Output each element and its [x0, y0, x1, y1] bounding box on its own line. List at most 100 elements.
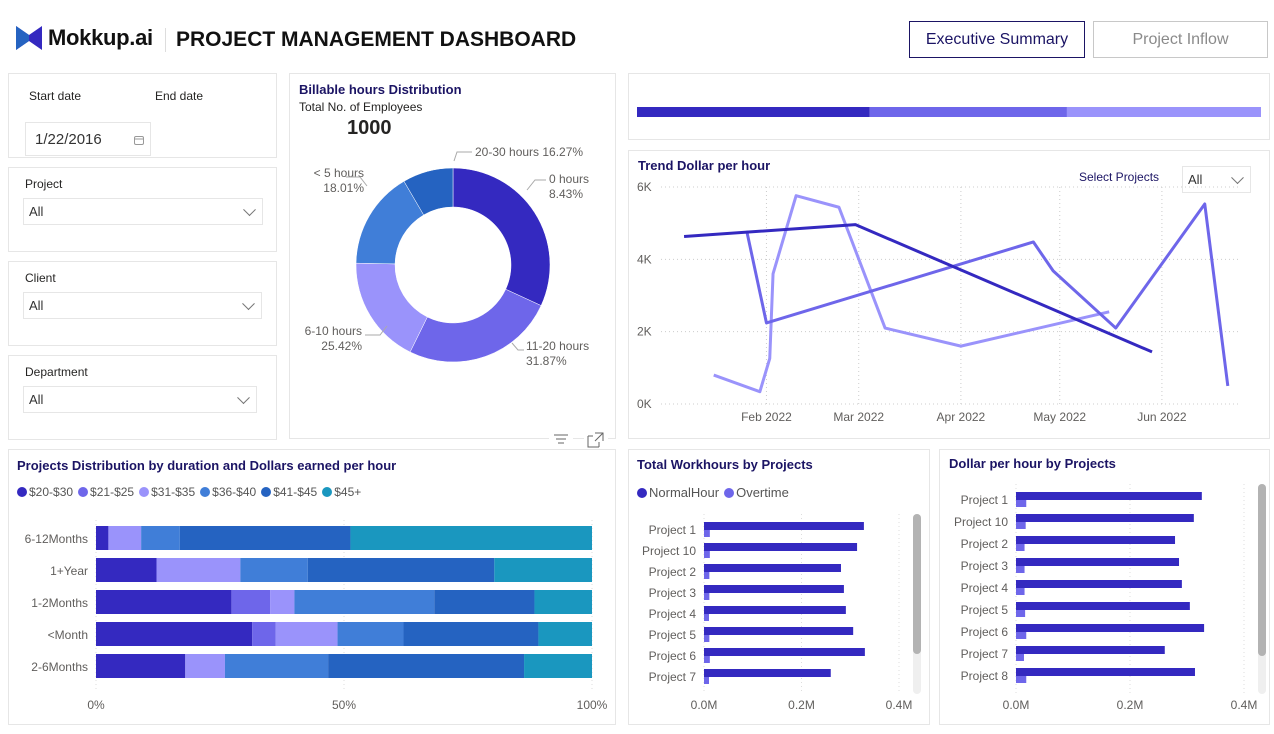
x-tick-label: 0.0M — [1003, 698, 1030, 712]
category-label: Project 7 — [961, 647, 1009, 661]
trend-line-series-2 — [745, 202, 1230, 387]
dollar-scrollbar-track[interactable] — [1258, 484, 1266, 694]
client-dropdown[interactable]: All — [23, 292, 262, 319]
overtime-bar — [704, 551, 710, 558]
normal-bar — [1016, 514, 1194, 522]
workhours-card: Total Workhours by Projects NormalHour Ov… — [628, 449, 930, 725]
date-range-slicer: Start date End date 1/22/2016 — [8, 73, 277, 158]
focus-mode-icon[interactable] — [584, 430, 608, 450]
overtime-bar — [704, 593, 710, 600]
category-label: 1-2Months — [31, 596, 88, 610]
bar-segment — [185, 654, 225, 678]
progress-card — [628, 73, 1270, 140]
leader-line — [511, 342, 524, 351]
slice-pct-label: 31.87% — [526, 354, 567, 368]
bar-segment — [141, 526, 180, 550]
overtime-bar — [1016, 566, 1025, 573]
client-label: Client — [25, 271, 56, 285]
workhours-bar-chart: 0.0M 0.2M 0.4M Project 1 Project 10 Project 2… — [642, 514, 913, 712]
trend-card: Trend Dollar per hour Select Projects Al… — [628, 150, 1270, 439]
category-label: Project 7 — [649, 670, 697, 684]
slice-label: 0 hours — [549, 172, 589, 186]
bar-segment — [494, 558, 592, 582]
normal-bar — [704, 564, 841, 572]
normal-bar — [1016, 602, 1190, 610]
normal-bar — [1016, 646, 1165, 654]
page-title: PROJECT MANAGEMENT DASHBOARD — [176, 28, 577, 51]
slice-pct-label: 8.43% — [549, 187, 583, 201]
normal-bar — [704, 627, 854, 635]
normal-bar — [1016, 492, 1202, 500]
dollar-per-hour-bar-chart: 0.0M 0.2M 0.4M Project 1 Project 10 Project 2… — [954, 484, 1258, 712]
category-label: Project 3 — [961, 559, 1009, 573]
category-label: Project 6 — [649, 649, 697, 663]
normal-bar — [1016, 558, 1180, 566]
bar-segment — [156, 558, 241, 582]
y-tick-label: 2K — [637, 325, 652, 339]
project-slicer: Project All — [8, 167, 277, 252]
normal-bar — [1016, 536, 1176, 544]
workhours-scrollbar-thumb[interactable] — [913, 514, 921, 654]
normal-bar — [704, 669, 831, 677]
filter-icon[interactable] — [549, 430, 573, 450]
department-dropdown[interactable]: All — [23, 386, 257, 413]
x-tick-label: 0.4M — [886, 698, 913, 712]
billable-hours-card: Billable hours Distribution Total No. of… — [289, 73, 616, 439]
start-date-input[interactable]: 1/22/2016 — [25, 122, 151, 156]
executive-summary-button[interactable]: Executive Summary — [909, 21, 1085, 58]
bar-segment — [307, 558, 495, 582]
normal-bar — [704, 522, 864, 530]
overtime-bar — [1016, 588, 1025, 595]
overtime-bar — [1016, 676, 1027, 683]
overtime-bar — [704, 635, 710, 642]
dollar-scrollbar-thumb[interactable] — [1258, 484, 1266, 656]
overtime-bar — [704, 572, 710, 579]
project-inflow-button[interactable]: Project Inflow — [1093, 21, 1268, 58]
category-label: Project 4 — [961, 581, 1009, 595]
bar-segment — [534, 590, 592, 614]
overtime-bar — [704, 677, 709, 684]
x-tick-label: 0.2M — [1117, 698, 1144, 712]
start-date-label: Start date — [29, 89, 82, 103]
slice-label: 11-20 hours — [526, 339, 589, 353]
x-tick-label: 100% — [577, 698, 608, 712]
x-tick-label: 0.4M — [1231, 698, 1258, 712]
slice-pct-label: 25.42% — [321, 339, 362, 353]
workhours-scrollbar-track[interactable] — [913, 514, 921, 694]
category-label: Project 5 — [961, 603, 1009, 617]
calendar-icon[interactable] — [134, 135, 144, 145]
progress-segment — [1066, 107, 1261, 117]
bar-segment — [252, 622, 276, 646]
client-slicer: Client All — [8, 261, 277, 346]
brand-name: Mokkup.ai — [48, 25, 153, 50]
category-label: Project 6 — [961, 625, 1009, 639]
normal-bar — [1016, 668, 1195, 676]
overtime-bar — [1016, 544, 1025, 551]
project-dropdown[interactable]: All — [23, 198, 263, 225]
start-date-value: 1/22/2016 — [35, 130, 102, 148]
brand-logo: Mokkup.ai — [16, 25, 153, 51]
donut-slice — [355, 262, 428, 353]
projects-distribution-card: Projects Distribution by duration and Do… — [8, 449, 616, 725]
dollar-per-hour-card: Dollar per hour by Projects 0.0M 0.2M 0.4M… — [939, 449, 1270, 725]
bar-segment — [96, 526, 109, 550]
category-label: Project 10 — [954, 515, 1008, 529]
leader-line — [526, 179, 546, 191]
project-value: All — [29, 204, 44, 219]
billable-hours-donut: 11-20 hours31.87% 6-10 hours25.42% < 5 hou… — [305, 145, 590, 368]
category-label: Project 4 — [649, 607, 697, 621]
overtime-bar — [1016, 632, 1027, 639]
leader-line — [453, 151, 472, 162]
x-tick-label: May 2022 — [1033, 410, 1086, 424]
chevron-down-icon — [237, 390, 250, 404]
category-label: Project 2 — [961, 537, 1009, 551]
category-label: Project 3 — [649, 586, 697, 600]
bar-segment — [434, 590, 535, 614]
overtime-bar — [1016, 522, 1026, 529]
title-divider — [165, 28, 166, 52]
end-date-label: End date — [155, 89, 204, 103]
overtime-bar — [1016, 610, 1026, 617]
y-tick-label: 4K — [637, 252, 652, 266]
category-label: 6-12Months — [25, 532, 88, 546]
x-tick-label: Mar 2022 — [833, 410, 884, 424]
